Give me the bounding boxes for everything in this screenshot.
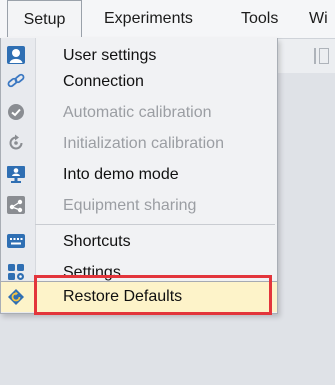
share-icon	[6, 195, 26, 215]
menu-item-automatic-calibration: Automatic calibration	[1, 97, 277, 128]
highlight-annotation-box	[34, 275, 272, 315]
menu-item-initialization-calibration: Initialization calibration	[1, 128, 277, 159]
menu-bar: Setup Experiments Tools Wi	[0, 0, 335, 39]
menu-item-into-demo-mode[interactable]: Into demo mode	[1, 159, 277, 190]
grid-settings-icon	[6, 262, 26, 282]
menu-item-label: Initialization calibration	[63, 135, 224, 152]
menu-divider	[35, 224, 275, 225]
menu-experiments[interactable]: Experiments	[104, 0, 193, 38]
monitor-user-icon	[6, 164, 26, 184]
toolbar-icon-partial[interactable]	[319, 48, 329, 64]
menu-item-label: Equipment sharing	[63, 197, 197, 214]
user-icon	[6, 45, 26, 65]
menu-item-label: Shortcuts	[63, 233, 131, 250]
menu-item-connection[interactable]: Connection	[1, 66, 277, 97]
keyboard-icon	[6, 231, 26, 251]
menu-tools[interactable]: Tools	[241, 0, 278, 38]
menu-item-label: Connection	[63, 73, 144, 90]
menu-item-shortcuts[interactable]: Shortcuts	[1, 226, 277, 257]
menu-setup[interactable]: Setup	[7, 0, 82, 37]
toolbar-separator	[314, 48, 316, 64]
check-circle-icon	[6, 102, 26, 122]
setup-dropdown-menu: User settings Connection Automatic calib…	[0, 38, 278, 289]
restore-icon	[6, 287, 26, 307]
menu-item-label: Automatic calibration	[63, 104, 212, 121]
toolbar-strip	[270, 39, 335, 73]
reset-icon	[6, 133, 26, 153]
menu-item-label: Into demo mode	[63, 166, 179, 183]
menu-window-partial[interactable]: Wi	[309, 0, 328, 38]
link-icon	[6, 71, 26, 91]
menu-item-equipment-sharing: Equipment sharing	[1, 190, 277, 221]
